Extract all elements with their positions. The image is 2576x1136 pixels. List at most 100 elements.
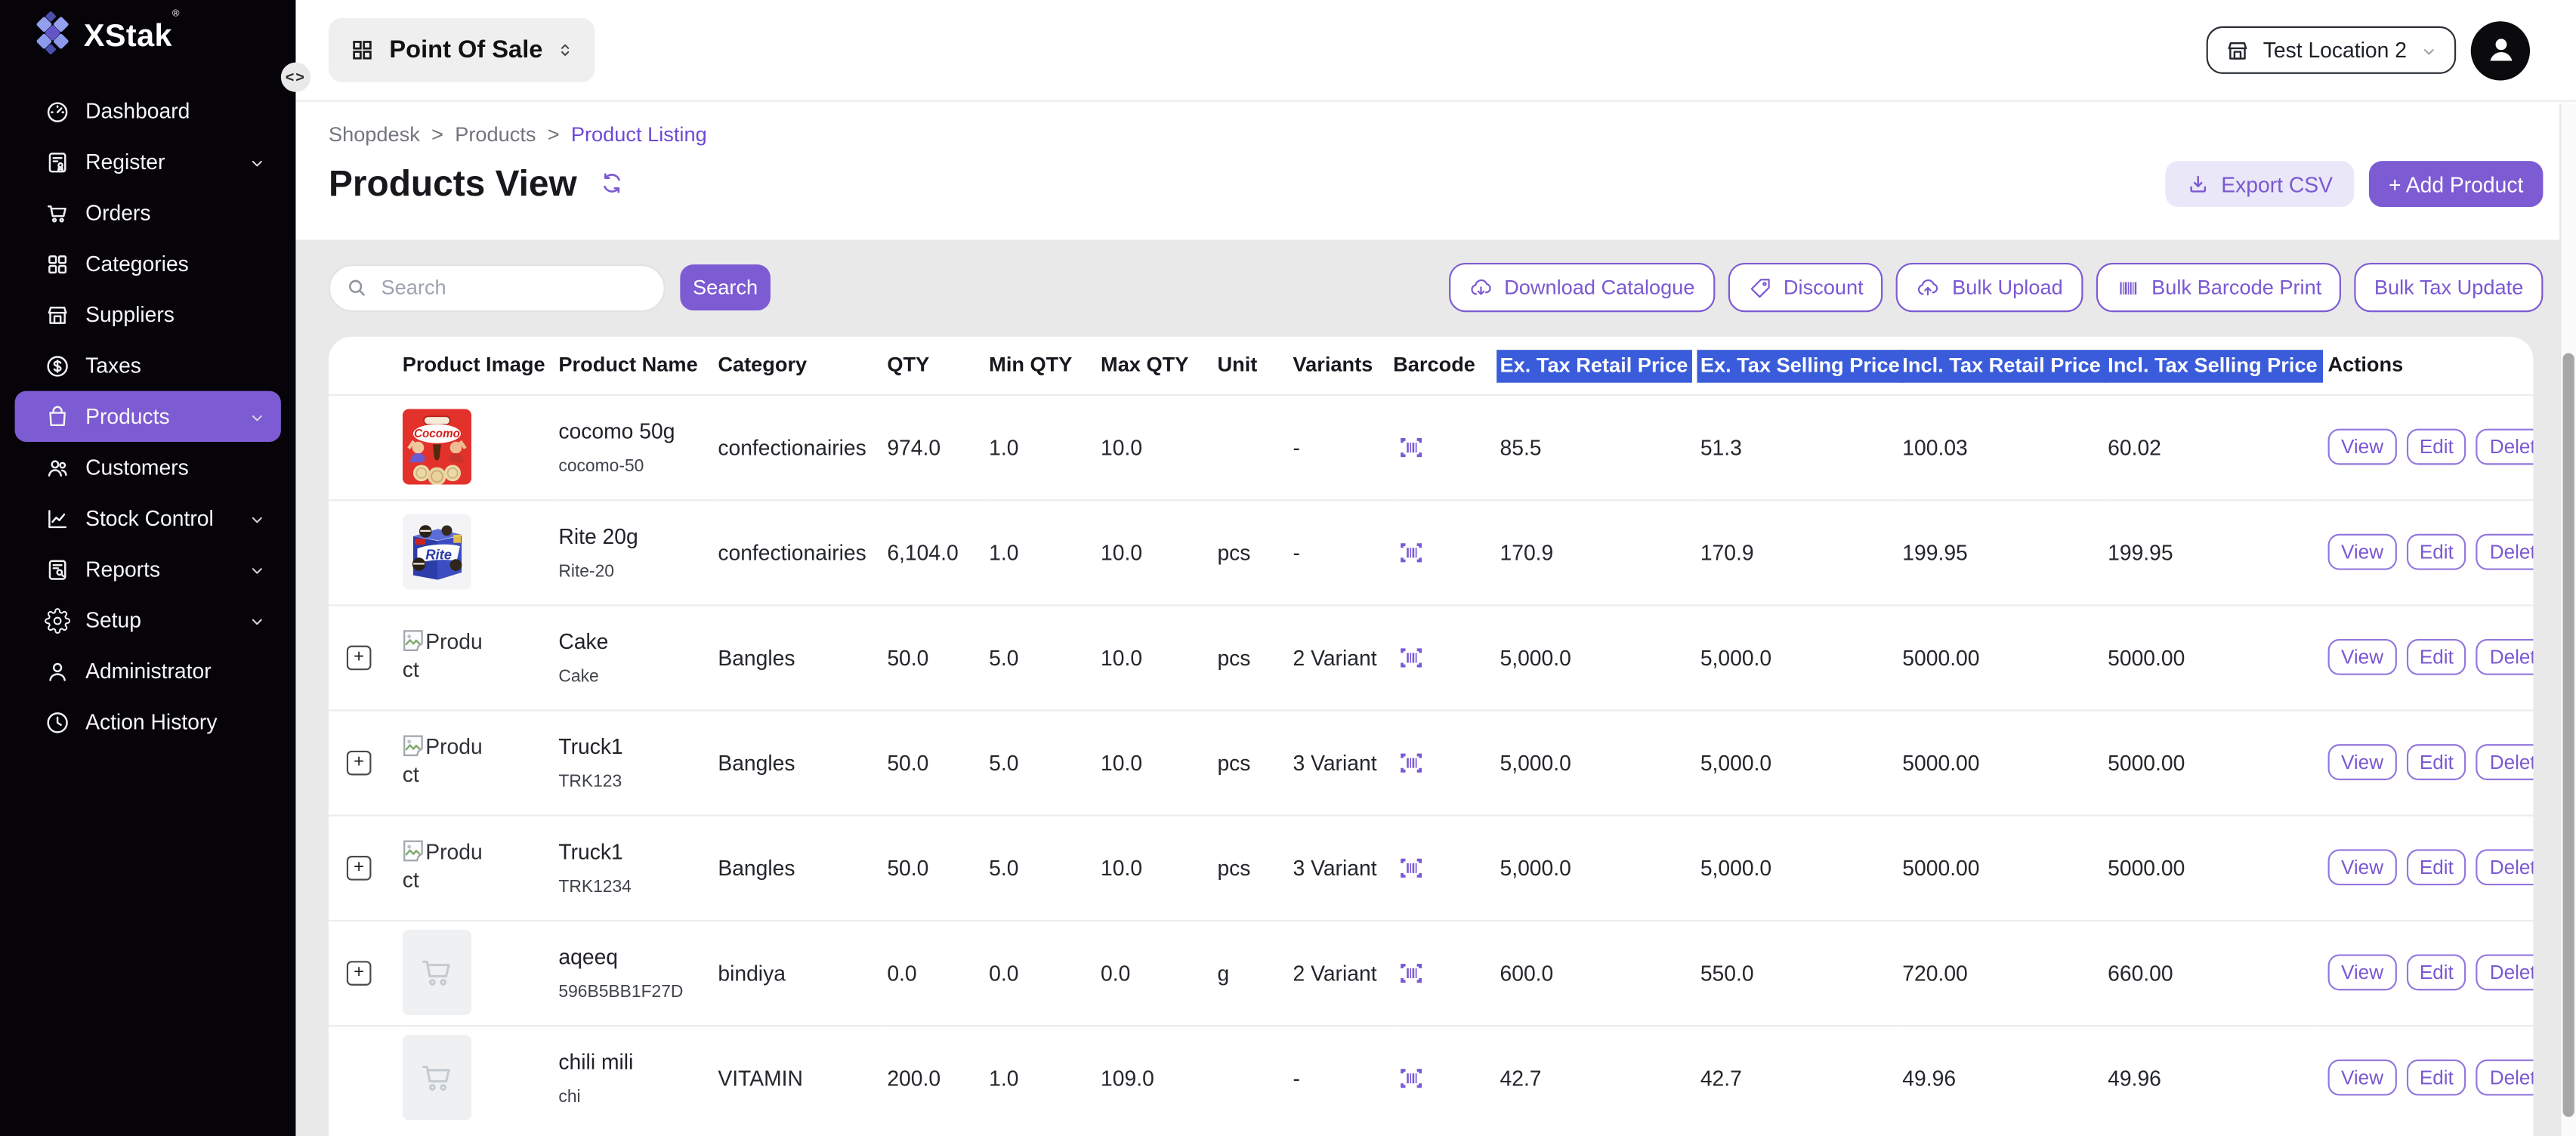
column-header-qty[interactable]: QTY bbox=[887, 337, 989, 394]
download-catalogue-button[interactable]: Download Catalogue bbox=[1448, 263, 1714, 312]
page-title: Products View bbox=[329, 162, 577, 205]
column-header-ex_tax_selling[interactable]: Ex. Tax Selling Price bbox=[1700, 337, 1902, 394]
view-button[interactable]: View bbox=[2328, 639, 2397, 675]
view-button[interactable]: View bbox=[2328, 1060, 2397, 1096]
edit-button[interactable]: Edit bbox=[2406, 429, 2466, 465]
product-name: Cake bbox=[558, 628, 718, 653]
view-button[interactable]: View bbox=[2328, 955, 2397, 991]
refresh-button[interactable] bbox=[598, 171, 625, 197]
delete-button[interactable]: Delete bbox=[2476, 744, 2533, 780]
user-avatar[interactable] bbox=[2471, 20, 2530, 79]
sidebar-item-categories[interactable]: Categories bbox=[15, 238, 281, 289]
edit-button[interactable]: Edit bbox=[2406, 849, 2466, 885]
cell-product-name: CakeCake bbox=[558, 604, 718, 709]
search-input[interactable] bbox=[329, 264, 666, 311]
sidebar-item-suppliers[interactable]: Suppliers bbox=[15, 289, 281, 340]
cell-category: confectionairies bbox=[718, 499, 887, 604]
edit-button[interactable]: Edit bbox=[2406, 1060, 2466, 1096]
sidebar-collapse-toggle[interactable]: <> bbox=[281, 63, 310, 92]
delete-button[interactable]: Delete bbox=[2476, 429, 2533, 465]
delete-button[interactable]: Delete bbox=[2476, 849, 2533, 885]
column-header-ex_tax_retail[interactable]: Ex. Tax Retail Price bbox=[1500, 337, 1700, 394]
delete-button[interactable]: Delete bbox=[2476, 534, 2533, 570]
expand-row-button[interactable]: + bbox=[347, 645, 372, 670]
app-switcher-button[interactable]: Point Of Sale bbox=[329, 18, 595, 82]
barcode-icon-button[interactable] bbox=[1393, 852, 1429, 883]
expand-row-button[interactable]: + bbox=[347, 855, 372, 880]
broken-image-icon bbox=[403, 734, 424, 757]
table-row: +ProductTruck1TRK1234Bangles50.05.010.0p… bbox=[329, 815, 2533, 920]
export-csv-button[interactable]: Export CSV bbox=[2165, 161, 2354, 207]
barcode-icon-button[interactable] bbox=[1393, 746, 1429, 777]
title-row: Products View Export CSV bbox=[295, 147, 2575, 207]
column-header-actions[interactable]: Actions bbox=[2316, 337, 2533, 394]
cell-product-image: Rite bbox=[403, 499, 559, 604]
brand: XStak® bbox=[0, 0, 295, 73]
cell-expand: + bbox=[329, 815, 403, 920]
discount-label: Discount bbox=[1784, 276, 1864, 298]
sidebar-item-customers[interactable]: Customers bbox=[15, 442, 281, 492]
expand-row-button[interactable]: + bbox=[347, 750, 372, 775]
add-product-button[interactable]: + Add Product bbox=[2369, 161, 2544, 207]
location-selector[interactable]: Test Location 2 bbox=[2206, 26, 2457, 74]
view-button[interactable]: View bbox=[2328, 534, 2397, 570]
sidebar-item-orders[interactable]: Orders bbox=[15, 187, 281, 238]
breadcrumb-products[interactable]: Products bbox=[455, 123, 536, 146]
sidebar-item-register[interactable]: Register bbox=[15, 137, 281, 187]
sidebar-item-reports[interactable]: Reports bbox=[15, 544, 281, 594]
barcode-scan-icon bbox=[1393, 641, 1429, 672]
column-header-max_qty[interactable]: Max QTY bbox=[1101, 337, 1217, 394]
discount-button[interactable]: Discount bbox=[1728, 263, 1883, 312]
register-icon bbox=[45, 149, 71, 175]
gauge-icon bbox=[45, 97, 71, 124]
cell-actions: ViewEdit Delete bbox=[2316, 709, 2533, 814]
search-button[interactable]: Search bbox=[680, 264, 771, 310]
view-button[interactable]: View bbox=[2328, 849, 2397, 885]
sidebar-item-label: Administrator bbox=[85, 659, 212, 684]
barcode-icon-button[interactable] bbox=[1393, 536, 1429, 567]
sidebar-item-label: Setup bbox=[85, 608, 141, 633]
delete-button[interactable]: Delete bbox=[2476, 1060, 2533, 1096]
bulk-tax-update-button[interactable]: Bulk Tax Update bbox=[2355, 263, 2544, 312]
barcode-icon-button[interactable] bbox=[1393, 641, 1429, 672]
barcode-icon-button[interactable] bbox=[1393, 431, 1429, 462]
barcode-icon-button[interactable] bbox=[1393, 957, 1429, 988]
view-button[interactable]: View bbox=[2328, 744, 2397, 780]
column-header-image[interactable]: Product Image bbox=[403, 337, 559, 394]
barcode-icon-button[interactable] bbox=[1393, 1062, 1429, 1093]
sidebar-item-stock-control[interactable]: Stock Control bbox=[15, 492, 281, 543]
edit-button[interactable]: Edit bbox=[2406, 955, 2466, 991]
column-header-incl_tax_selling[interactable]: Incl. Tax Selling Price bbox=[2108, 337, 2316, 394]
delete-button[interactable]: Delete bbox=[2476, 639, 2533, 675]
scrollbar-thumb[interactable] bbox=[2563, 353, 2574, 1117]
sidebar-item-products[interactable]: Products bbox=[15, 391, 281, 442]
bulk-barcode-print-button[interactable]: Bulk Barcode Print bbox=[2096, 263, 2341, 312]
sidebar-item-administrator[interactable]: Administrator bbox=[15, 646, 281, 696]
sidebar-item-setup[interactable]: Setup bbox=[15, 594, 281, 645]
breadcrumb-shopdesk[interactable]: Shopdesk bbox=[329, 123, 420, 146]
column-header-category[interactable]: Category bbox=[718, 337, 887, 394]
edit-button[interactable]: Edit bbox=[2406, 639, 2466, 675]
expand-row-button[interactable]: + bbox=[347, 960, 372, 985]
bulk-upload-button[interactable]: Bulk Upload bbox=[1896, 263, 2083, 312]
column-header-min_qty[interactable]: Min QTY bbox=[989, 337, 1101, 394]
cell-ex_tax_retail: 5,000.0 bbox=[1500, 604, 1700, 709]
vertical-scrollbar[interactable] bbox=[2559, 103, 2576, 1136]
sidebar-item-taxes[interactable]: Taxes bbox=[15, 340, 281, 390]
sidebar-item-action-history[interactable]: Action History bbox=[15, 696, 281, 747]
highlighted-column-label: Incl. Tax Selling Price bbox=[2105, 350, 2322, 382]
delete-button[interactable]: Delete bbox=[2476, 955, 2533, 991]
column-header-variants[interactable]: Variants bbox=[1293, 337, 1393, 394]
sidebar-item-dashboard[interactable]: Dashboard bbox=[15, 85, 281, 136]
column-header-unit[interactable]: Unit bbox=[1217, 337, 1293, 394]
clock-icon bbox=[45, 708, 71, 735]
breadcrumb-product-listing[interactable]: Product Listing bbox=[571, 123, 707, 146]
view-button[interactable]: View bbox=[2328, 429, 2397, 465]
column-header-name[interactable]: Product Name bbox=[558, 337, 718, 394]
column-header-barcode[interactable]: Barcode bbox=[1393, 337, 1500, 394]
table-row: +aqeeq596B5BB1F27Dbindiya0.00.00.0g2 Var… bbox=[329, 920, 2533, 1025]
column-header-incl_tax_retail[interactable]: Incl. Tax Retail Price bbox=[1902, 337, 2108, 394]
edit-button[interactable]: Edit bbox=[2406, 534, 2466, 570]
cell-incl_tax_selling: 5000.00 bbox=[2108, 709, 2316, 814]
edit-button[interactable]: Edit bbox=[2406, 744, 2466, 780]
